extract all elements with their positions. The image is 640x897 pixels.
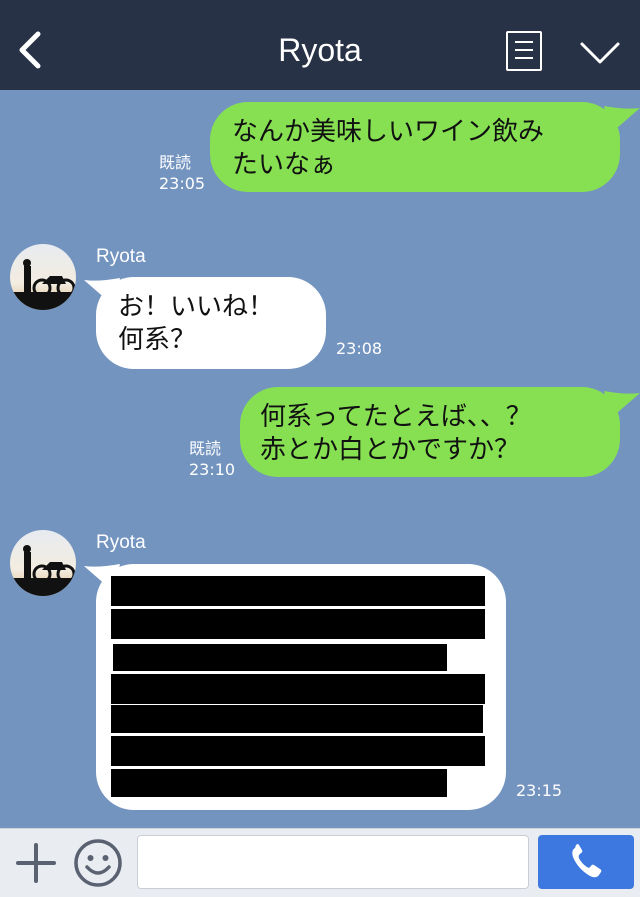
message-line: お！いいね！ <box>118 292 275 322</box>
input-bar <box>0 828 640 897</box>
menu-button[interactable] <box>506 31 542 71</box>
emoji-button[interactable] <box>72 837 124 889</box>
avatar-motorcycle-image <box>10 244 76 310</box>
message-meta: 既読 23:05 <box>159 152 205 194</box>
my-message-bubble[interactable]: なんか美味しいワイン飲み たいなぁ <box>210 102 620 192</box>
chat-header: Ryota <box>0 0 640 90</box>
message-time: 23:08 <box>336 339 383 358</box>
redaction-bar <box>111 736 485 766</box>
redaction-bar <box>111 674 485 704</box>
read-receipt: 既読 <box>189 439 222 458</box>
chat-title: Ryota <box>278 32 362 68</box>
redaction-bar <box>111 576 485 606</box>
avatar-motorcycle-image <box>10 530 76 596</box>
redaction-bar <box>111 705 483 733</box>
avatar[interactable] <box>10 244 76 310</box>
chevron-down-icon <box>580 42 620 64</box>
message-meta: 23:08 <box>336 338 382 359</box>
message-input[interactable] <box>137 835 529 889</box>
add-button[interactable] <box>14 841 58 885</box>
phone-icon <box>572 844 602 878</box>
message-line: 赤とか白とかですか？ <box>260 435 521 465</box>
my-message-bubble[interactable]: 何系ってたとえば、、？ 赤とか白とかですか？ <box>240 387 620 477</box>
bubble-tail <box>604 391 640 419</box>
their-message-bubble[interactable]: お！いいね！ 何系？ <box>96 277 326 369</box>
message-line: 何系ってたとえば、、？ <box>260 402 532 432</box>
redaction-bar <box>111 609 485 639</box>
their-message-bubble-redacted[interactable] <box>96 564 506 810</box>
message-line: なんか美味しいワイン飲み <box>232 117 545 147</box>
message-time: 23:15 <box>516 781 563 800</box>
collapse-button[interactable] <box>576 38 624 68</box>
sender-name: Ryota <box>96 246 146 267</box>
bubble-tail <box>604 106 640 134</box>
message-line: たいなぁ <box>232 150 337 180</box>
smiley-icon <box>74 839 122 887</box>
plus-icon <box>16 843 56 883</box>
message-time: 23:10 <box>189 460 236 479</box>
call-button[interactable] <box>538 835 634 889</box>
chat-area[interactable]: 既読 23:05 なんか美味しいワイン飲み たいなぁ Ryota お！いいね！ … <box>0 90 640 828</box>
message-line: 何系？ <box>118 325 197 355</box>
read-receipt: 既読 <box>159 153 192 172</box>
avatar[interactable] <box>10 530 76 596</box>
message-time: 23:05 <box>159 174 206 193</box>
redaction-bar <box>113 644 447 671</box>
message-meta: 既読 23:10 <box>189 438 235 480</box>
sender-name: Ryota <box>96 532 146 553</box>
redaction-bar <box>111 769 447 797</box>
message-meta: 23:15 <box>516 780 562 801</box>
